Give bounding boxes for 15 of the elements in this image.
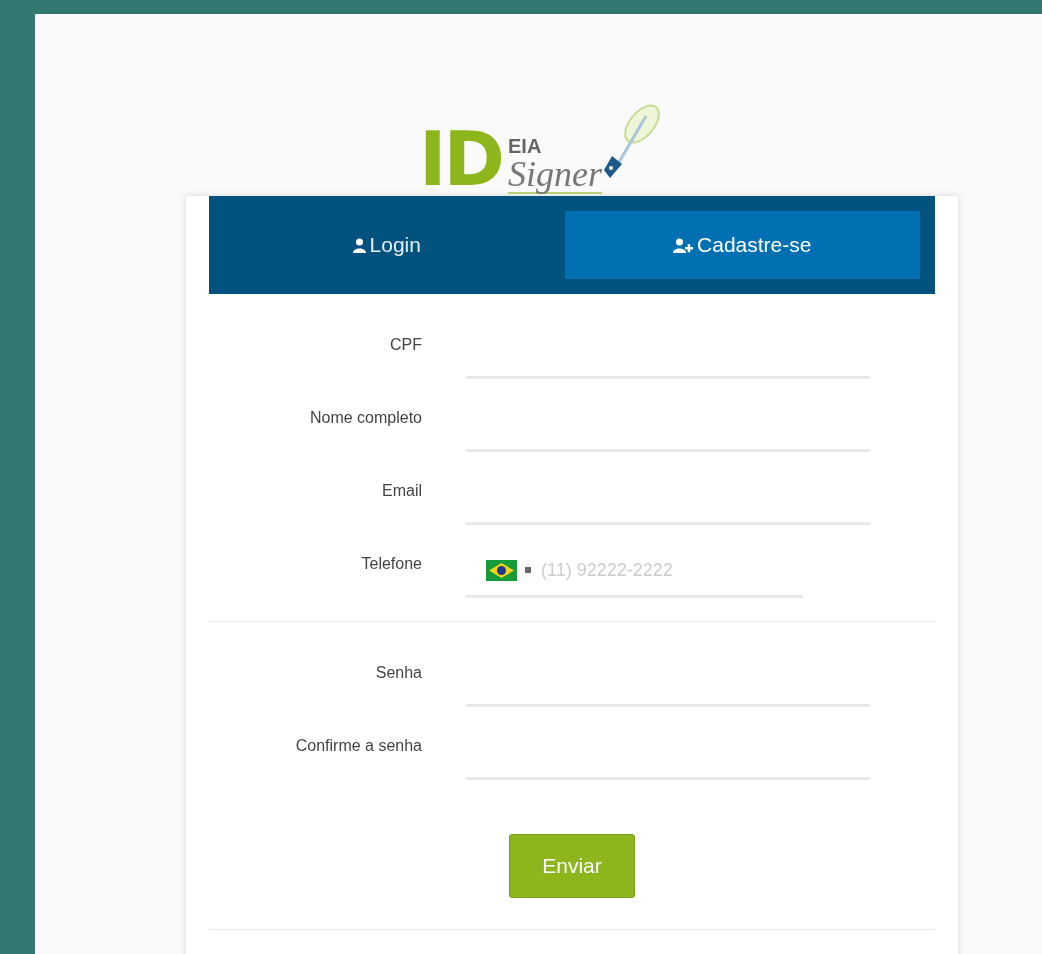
user-icon [352,237,366,253]
caret-icon[interactable] [525,567,531,573]
tab[interactable]: Cadastre-se [564,211,920,279]
field-label: CPF [389,334,422,355]
flag-icon[interactable] [486,559,517,581]
logo-bottom-text: Signer [508,156,602,194]
tab[interactable]: Login [209,211,565,279]
logo-mark: ID [419,122,502,196]
logo-top-text: EIA [508,136,543,156]
field-label: Email [381,480,422,501]
field-label: Senha [374,662,422,683]
field-label: Confirme a senha [294,735,422,756]
field-label: Nome completo [308,407,422,428]
user-plus-icon [673,237,694,253]
field-label: Telefone [360,553,422,574]
